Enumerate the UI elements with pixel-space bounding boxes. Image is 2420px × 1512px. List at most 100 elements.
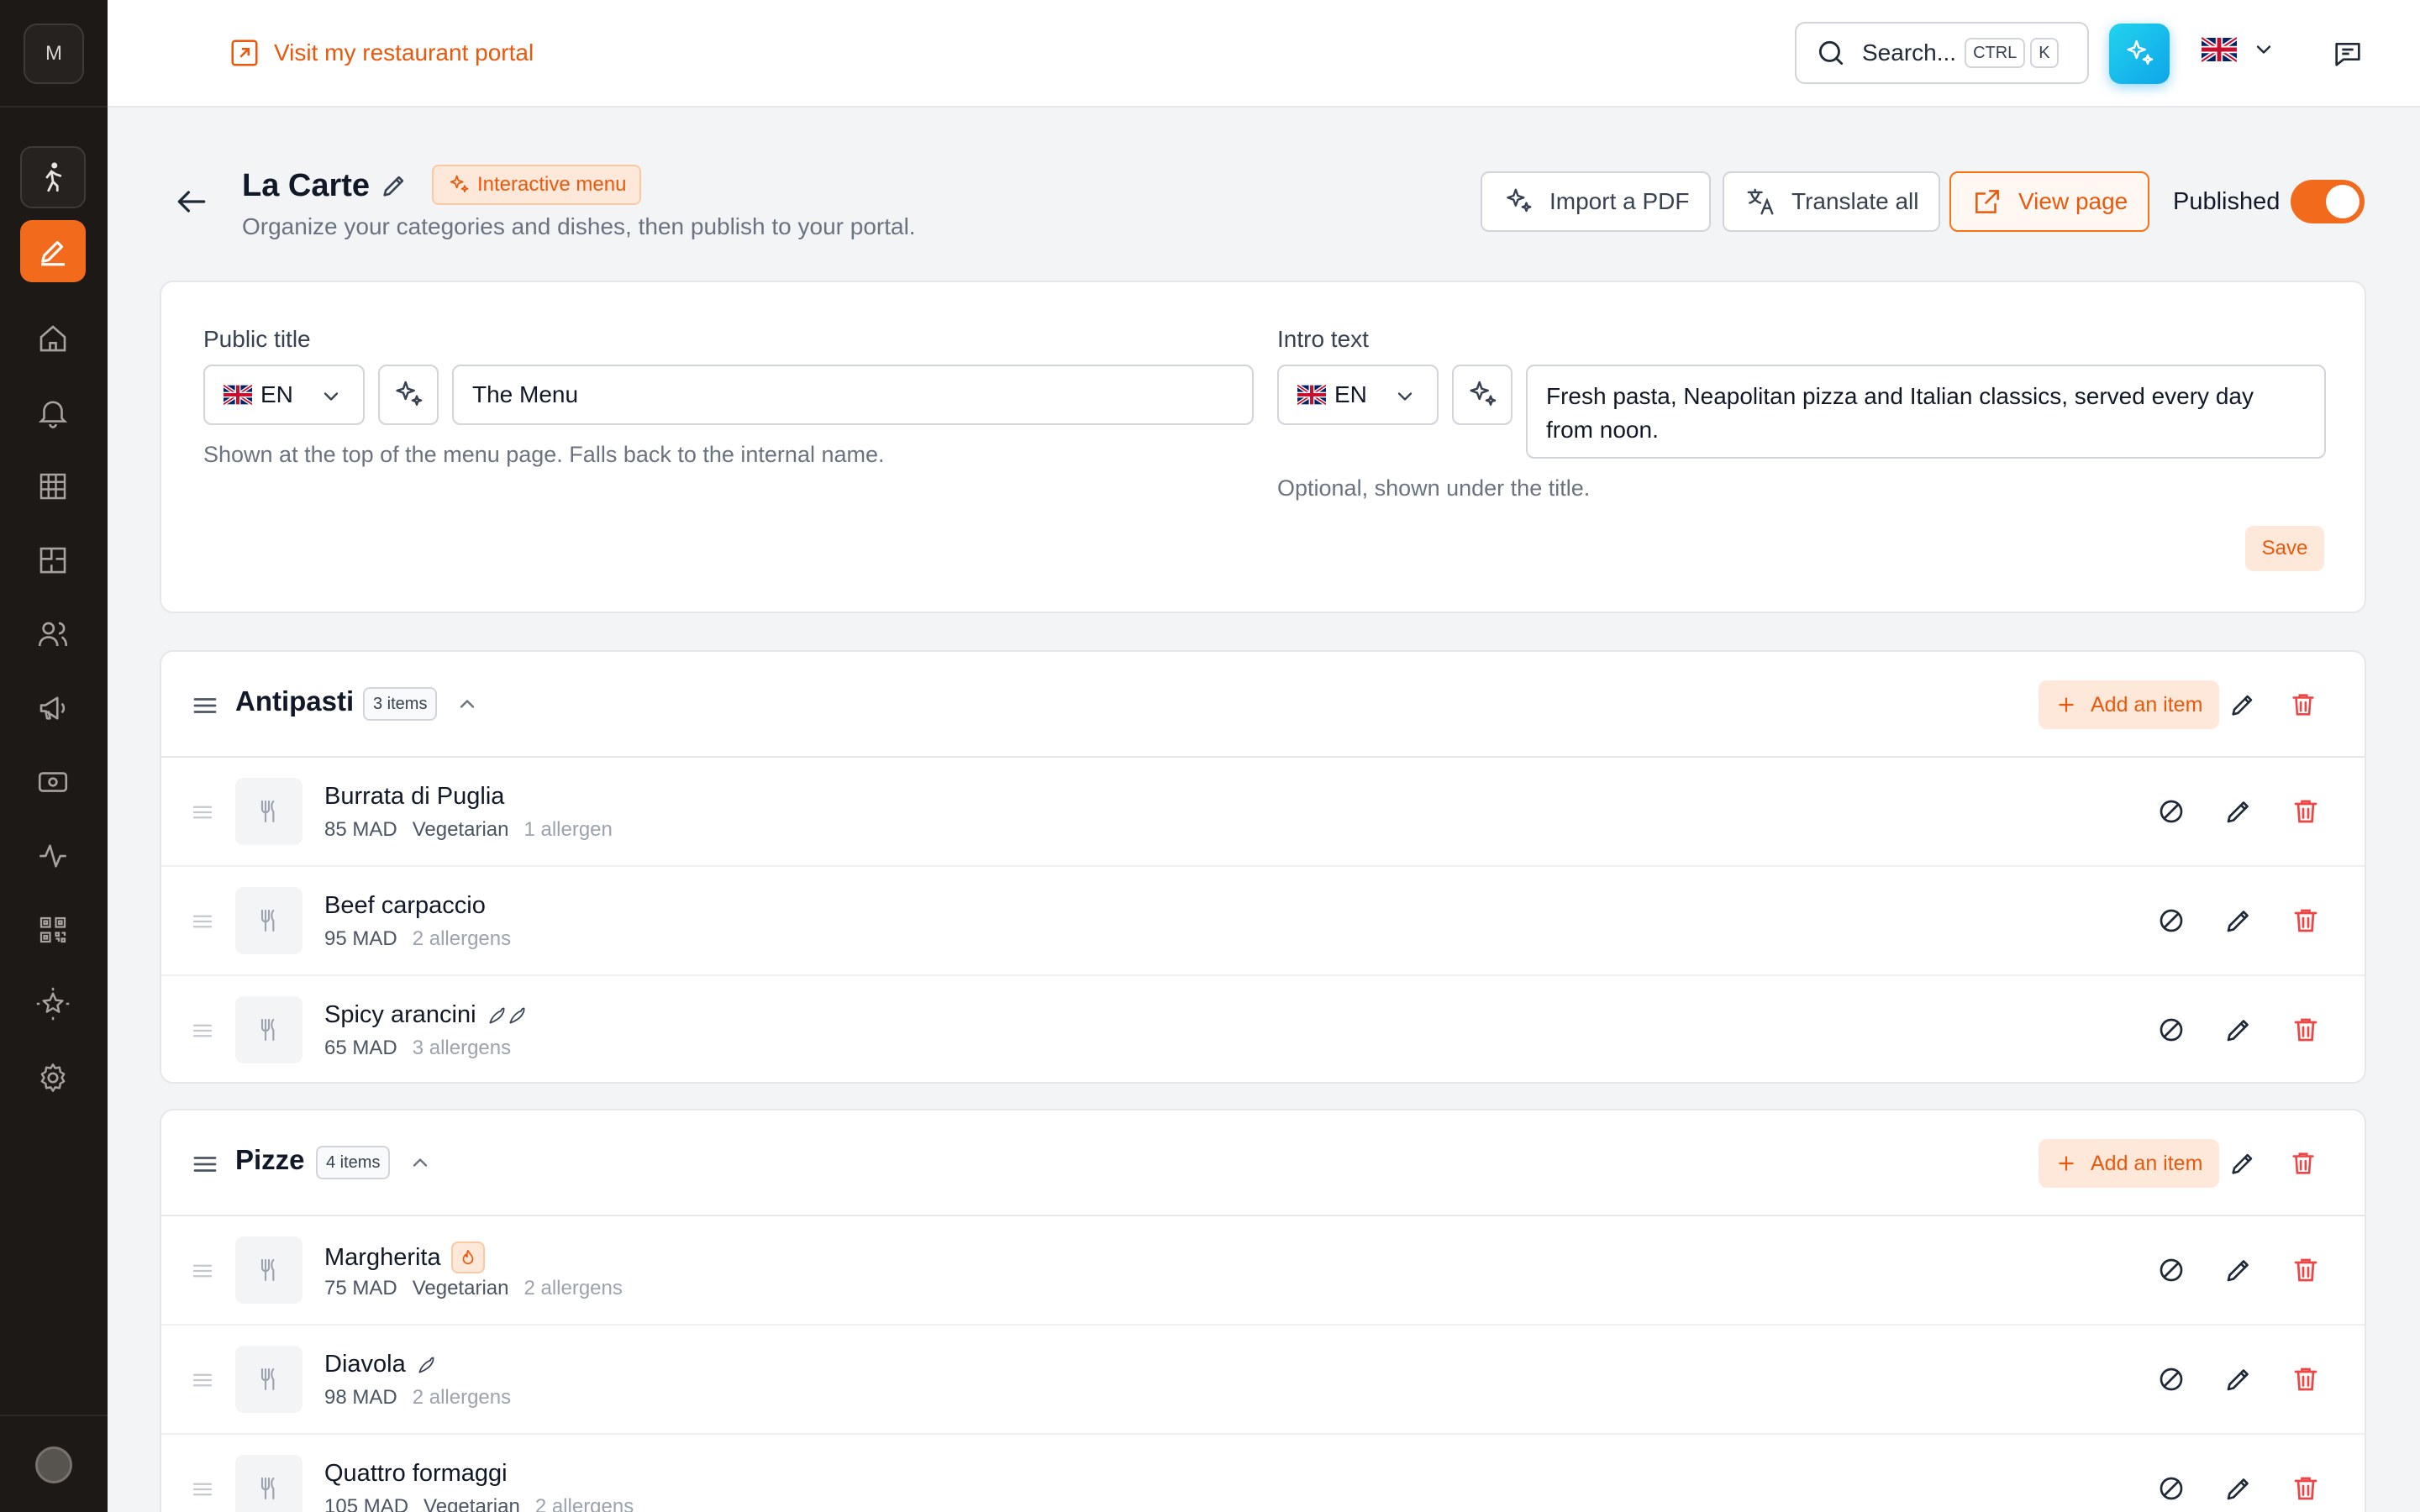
drag-handle-icon[interactable] <box>190 1149 220 1179</box>
add-item-button[interactable]: Add an item <box>2039 1139 2220 1188</box>
sidebar-item-reviews[interactable] <box>20 973 86 1035</box>
plus-icon <box>2059 697 2074 712</box>
back-arrow-icon[interactable] <box>173 183 210 220</box>
delete-item-icon[interactable] <box>2291 1015 2321 1045</box>
list-item[interactable]: Spicy arancini 65 MAD 3 allergens <box>161 976 2365 1085</box>
portal-link[interactable]: Visit my restaurant portal <box>229 37 534 69</box>
workspace-logo[interactable]: M <box>24 24 84 84</box>
edit-item-icon[interactable] <box>2223 906 2254 936</box>
list-item[interactable]: Quattro formaggi 105 MAD Vegetarian 2 al… <box>161 1435 2365 1512</box>
page-subtitle: Organize your categories and dishes, the… <box>242 213 916 239</box>
item-allergens: 2 allergens <box>412 1386 512 1409</box>
drag-handle-icon[interactable] <box>190 1018 215 1043</box>
sidebar-item-analytics[interactable] <box>20 825 86 887</box>
drag-handle-icon[interactable] <box>190 909 215 934</box>
category-antipasti: Antipasti 3 items Add an item Burrata di… <box>160 650 2366 1084</box>
delete-category-icon[interactable] <box>2289 690 2317 719</box>
avatar[interactable] <box>35 1446 72 1483</box>
translate-all-button[interactable]: Translate all <box>1723 171 1941 232</box>
item-name: Diavola <box>324 1351 406 1378</box>
drag-handle-icon[interactable] <box>190 1258 215 1284</box>
edit-category-icon[interactable] <box>2228 1149 2257 1178</box>
drag-handle-icon[interactable] <box>190 1368 215 1393</box>
ai-assistant-button[interactable] <box>2109 24 2170 84</box>
sidebar-item-settings[interactable] <box>20 1047 86 1109</box>
topbar: Visit my restaurant portal Search... CTR… <box>108 0 2420 108</box>
delete-item-icon[interactable] <box>2291 1255 2321 1285</box>
external-link-icon <box>1975 190 1999 213</box>
save-button[interactable]: Save <box>2245 526 2324 571</box>
sparkle-icon <box>1465 378 1499 412</box>
item-allergens: 3 allergens <box>412 1037 512 1059</box>
translate-icon <box>1747 188 1774 215</box>
sidebar-item-payments[interactable] <box>20 751 86 813</box>
list-item[interactable]: Margherita 75 MAD Vegetarian 2 allergens <box>161 1216 2365 1326</box>
public-title-input[interactable]: The Menu <box>452 365 1254 425</box>
sidebar-item-floorplan[interactable] <box>20 529 86 591</box>
intro-language-select[interactable]: EN <box>1277 365 1439 425</box>
sparkle-icon <box>447 173 471 197</box>
sidebar-item-walk[interactable] <box>20 146 86 208</box>
search-placeholder: Search... <box>1862 39 1957 66</box>
list-item[interactable]: Beef carpaccio 95 MAD 2 allergens <box>161 867 2365 976</box>
home-icon <box>39 325 66 352</box>
ai-generate-title-button[interactable] <box>378 365 439 425</box>
sidebar-item-qr[interactable] <box>20 899 86 961</box>
add-item-button[interactable]: Add an item <box>2039 680 2220 729</box>
plus-icon <box>2059 1156 2074 1171</box>
disable-item-icon[interactable] <box>2156 1473 2186 1504</box>
ai-generate-intro-button[interactable] <box>1452 365 1512 425</box>
edit-item-icon[interactable] <box>2223 1255 2254 1285</box>
disable-item-icon[interactable] <box>2156 1255 2186 1285</box>
disable-item-icon[interactable] <box>2156 796 2186 827</box>
published-toggle[interactable] <box>2291 180 2365 223</box>
sidebar-item-notifications[interactable] <box>20 381 86 444</box>
add-item-label: Add an item <box>2091 692 2203 717</box>
dish-icon <box>255 1475 282 1502</box>
drag-handle-icon[interactable] <box>190 800 215 825</box>
chevron-up-icon[interactable] <box>408 1151 432 1174</box>
item-price: 65 MAD <box>324 1037 397 1059</box>
bell-icon <box>38 401 68 428</box>
portal-link-label: Visit my restaurant portal <box>274 39 534 66</box>
edit-item-icon[interactable] <box>2223 796 2254 827</box>
translate-all-label: Translate all <box>1791 188 1919 214</box>
list-item[interactable]: Burrata di Puglia 85 MAD Vegetarian 1 al… <box>161 758 2365 867</box>
delete-item-icon[interactable] <box>2291 1473 2321 1504</box>
import-pdf-button[interactable]: Import a PDF <box>1481 171 1712 232</box>
edit-title-icon[interactable] <box>380 171 408 200</box>
item-count-badge: 4 items <box>316 1146 391 1179</box>
intro-textarea[interactable]: Fresh pasta, Neapolitan pizza and Italia… <box>1526 365 2326 459</box>
item-allergens: 1 allergen <box>523 818 613 841</box>
delete-item-icon[interactable] <box>2291 1364 2321 1394</box>
sidebar-item-marketing[interactable] <box>20 677 86 739</box>
edit-item-icon[interactable] <box>2223 1015 2254 1045</box>
edit-item-icon[interactable] <box>2223 1364 2254 1394</box>
view-page-button[interactable]: View page <box>1949 171 2150 232</box>
interactive-menu-badge: Interactive menu <box>432 165 642 205</box>
menu-settings-card: Public title EN The Menu Shown at the to… <box>160 281 2366 613</box>
chat-icon[interactable] <box>2331 37 2365 71</box>
item-name: Quattro formaggi <box>324 1460 508 1487</box>
edit-item-icon[interactable] <box>2223 1473 2254 1504</box>
sidebar-item-home[interactable] <box>20 307 86 370</box>
sidebar-item-tables[interactable] <box>20 455 86 517</box>
sidebar-item-menu-editor[interactable] <box>20 220 86 282</box>
search-input[interactable]: Search... CTRL K <box>1795 22 2089 84</box>
drag-handle-icon[interactable] <box>190 690 220 721</box>
delete-category-icon[interactable] <box>2289 1149 2317 1178</box>
drag-handle-icon[interactable] <box>190 1477 215 1502</box>
dish-thumbnail <box>235 1236 302 1304</box>
disable-item-icon[interactable] <box>2156 1015 2186 1045</box>
edit-category-icon[interactable] <box>2228 690 2257 719</box>
delete-item-icon[interactable] <box>2291 796 2321 827</box>
public-title-language-select[interactable]: EN <box>203 365 365 425</box>
disable-item-icon[interactable] <box>2156 906 2186 936</box>
sidebar: M <box>0 0 108 1512</box>
sidebar-item-customers[interactable] <box>20 603 86 665</box>
disable-item-icon[interactable] <box>2156 1364 2186 1394</box>
chevron-up-icon[interactable] <box>455 692 479 716</box>
language-selector[interactable] <box>2202 37 2275 62</box>
delete-item-icon[interactable] <box>2291 906 2321 936</box>
list-item[interactable]: Diavola 98 MAD 2 allergens <box>161 1326 2365 1435</box>
